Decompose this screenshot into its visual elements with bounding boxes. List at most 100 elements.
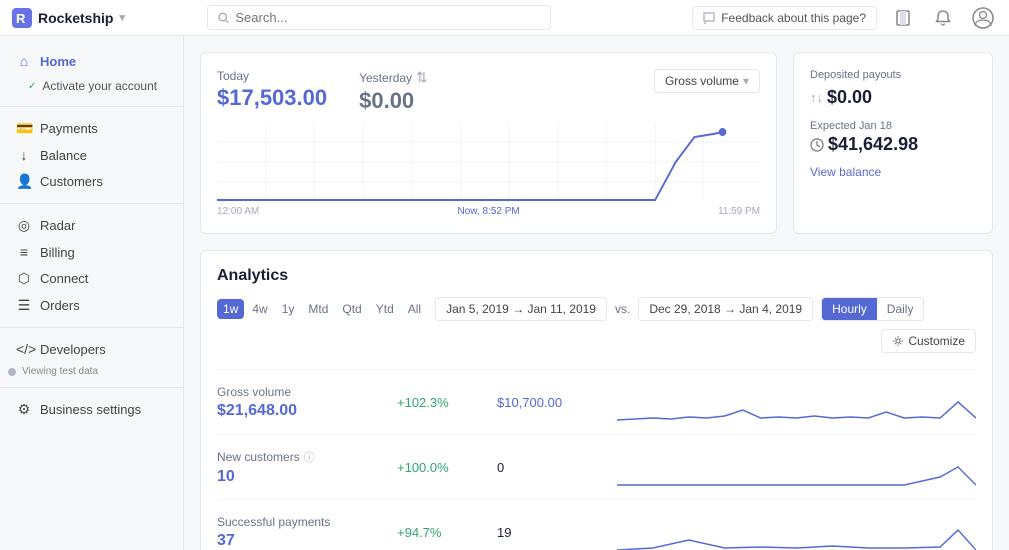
hourly-button[interactable]: Hourly	[822, 298, 877, 320]
sidebar-tools-section: ◎ Radar ≡ Billing ⬡ Connect ☰ Orders	[0, 212, 183, 319]
analytics-compare: $10,700.00	[497, 395, 617, 410]
main-layout: ⌂ Home ✓ Activate your account 💳 Payment…	[0, 36, 1009, 550]
analytics-compare: 19	[497, 525, 617, 540]
sidebar-dev-section: </> Developers Viewing test data	[0, 336, 183, 379]
feedback-icon	[703, 12, 715, 24]
balance-icon: ↓	[16, 147, 32, 163]
bookmark-icon	[895, 10, 911, 26]
chart-type-selector[interactable]: Gross volume ▾	[654, 69, 760, 93]
chart-axis-now: Now, 8:52 PM	[457, 206, 519, 217]
view-balance-link[interactable]: View balance	[810, 165, 976, 179]
period-1w-button[interactable]: 1w	[217, 299, 244, 319]
check-icon: ✓	[28, 81, 36, 92]
yesterday-label: Yesterday	[359, 71, 412, 85]
payout-label: Deposited payouts	[810, 69, 976, 81]
period-mtd-button[interactable]: Mtd	[302, 299, 334, 319]
sidebar-item-balance[interactable]: ↓ Balance	[0, 142, 183, 168]
sidebar-payments-label: Payments	[40, 121, 98, 136]
mini-chart	[617, 447, 976, 487]
sidebar-customers-label: Customers	[40, 174, 103, 189]
sidebar-item-developers[interactable]: </> Developers	[0, 336, 183, 362]
yesterday-amount: $0.00	[359, 88, 428, 114]
chart-dates: Today $17,503.00 Yesterday ⇅ $0.00	[217, 69, 428, 114]
sidebar-item-activate[interactable]: ✓ Activate your account	[0, 74, 183, 98]
metric-value: $21,648.00	[217, 402, 397, 420]
chart-axis-end: 11:59 PM	[718, 206, 760, 217]
analytics-compare: 0	[497, 460, 617, 475]
notification-button[interactable]	[929, 4, 957, 32]
sidebar-activate-label: Activate your account	[42, 79, 157, 93]
bookmark-button[interactable]	[889, 4, 917, 32]
customize-button[interactable]: Customize	[881, 329, 976, 353]
metric-value: 10	[217, 468, 397, 486]
svg-text:R: R	[16, 11, 26, 26]
account-avatar-button[interactable]	[969, 4, 997, 32]
brand-name: Rocketship	[38, 10, 113, 26]
analytics-row: Gross volume $21,648.00 +102.3% $10,700.…	[217, 369, 976, 434]
main-content: Today $17,503.00 Yesterday ⇅ $0.00 Gr	[184, 36, 1009, 550]
sidebar-item-orders[interactable]: ☰ Orders	[0, 292, 183, 319]
brand[interactable]: R Rocketship ▾	[12, 8, 195, 28]
period-qtd-button[interactable]: Qtd	[336, 299, 367, 319]
today-label: Today	[217, 69, 327, 83]
sidebar-orders-label: Orders	[40, 298, 80, 313]
sidebar-item-customers[interactable]: 👤 Customers	[0, 168, 183, 195]
sidebar-item-billing[interactable]: ≡ Billing	[0, 239, 183, 265]
analytics-card: Analytics 1w 4w 1y Mtd Qtd Ytd All Jan 5…	[200, 250, 993, 550]
top-nav: R Rocketship ▾ Feedback about this page?	[0, 0, 1009, 36]
daily-button[interactable]: Daily	[877, 298, 924, 320]
payout-value: $0.00	[827, 87, 872, 108]
customers-icon: 👤	[16, 173, 32, 190]
metric-block: Gross volume $21,648.00	[217, 385, 397, 420]
sidebar-home-section: ⌂ Home ✓ Activate your account	[0, 48, 183, 98]
search-input[interactable]	[235, 10, 540, 25]
sidebar-developers-label: Developers	[40, 342, 106, 357]
analytics-change: +102.3%	[397, 395, 497, 410]
sidebar-item-radar[interactable]: ◎ Radar	[0, 212, 183, 239]
analytics-row: New customers ⓘ 10 +100.0% 0	[217, 434, 976, 499]
payout-expected-amount: $41,642.98	[810, 134, 976, 155]
date-range-button[interactable]: Jan 5, 2019 → Jan 11, 2019	[435, 297, 607, 321]
mini-chart-svg	[617, 512, 976, 550]
sidebar-item-payments[interactable]: 💳 Payments	[0, 115, 183, 142]
metric-label: New customers ⓘ	[217, 449, 397, 465]
sidebar-payments-section: 💳 Payments ↓ Balance 👤 Customers	[0, 115, 183, 195]
feedback-button[interactable]: Feedback about this page?	[692, 6, 877, 30]
analytics-change: +100.0%	[397, 460, 497, 475]
period-ytd-button[interactable]: Ytd	[370, 299, 400, 319]
sidebar-divider-4	[0, 387, 183, 388]
chart-header: Today $17,503.00 Yesterday ⇅ $0.00 Gr	[217, 69, 760, 114]
customize-label: Customize	[908, 334, 965, 348]
period-all-button[interactable]: All	[402, 299, 427, 319]
period-4w-button[interactable]: 4w	[246, 299, 273, 319]
metric-label: Successful payments	[217, 515, 397, 529]
brand-logo-icon: R	[12, 8, 32, 28]
mini-chart	[617, 382, 976, 422]
metric-label: Gross volume	[217, 385, 397, 399]
payout-arrow-icon: ↑↓	[810, 90, 823, 105]
compare-range-button[interactable]: Dec 29, 2018 → Jan 4, 2019	[638, 297, 813, 321]
sidebar-connect-label: Connect	[40, 271, 88, 286]
sidebar-item-business[interactable]: ⚙ Business settings	[0, 396, 183, 423]
vs-text: vs.	[615, 302, 630, 316]
connect-icon: ⬡	[16, 270, 32, 287]
compare-toggle-icon[interactable]: ⇅	[416, 69, 428, 86]
gross-volume-chart-card: Today $17,503.00 Yesterday ⇅ $0.00 Gr	[200, 52, 777, 234]
sidebar-home-label: Home	[40, 54, 76, 69]
mini-chart	[617, 512, 976, 550]
sidebar-item-connect[interactable]: ⬡ Connect	[0, 265, 183, 292]
developers-icon: </>	[16, 341, 32, 357]
sidebar-divider-1	[0, 106, 183, 107]
gear-icon	[892, 335, 904, 347]
test-mode-badge: Viewing test data	[0, 364, 183, 379]
sidebar-item-home[interactable]: ⌂ Home	[0, 48, 183, 74]
sidebar-divider-2	[0, 203, 183, 204]
search-icon	[218, 12, 229, 24]
sidebar-billing-label: Billing	[40, 245, 75, 260]
period-1y-button[interactable]: 1y	[276, 299, 301, 319]
info-icon[interactable]: ⓘ	[304, 449, 315, 465]
payout-expected-value: $41,642.98	[828, 134, 918, 155]
feedback-label: Feedback about this page?	[721, 11, 866, 25]
today-amount: $17,503.00	[217, 85, 327, 111]
chart-axis-start: 12:00 AM	[217, 206, 259, 217]
